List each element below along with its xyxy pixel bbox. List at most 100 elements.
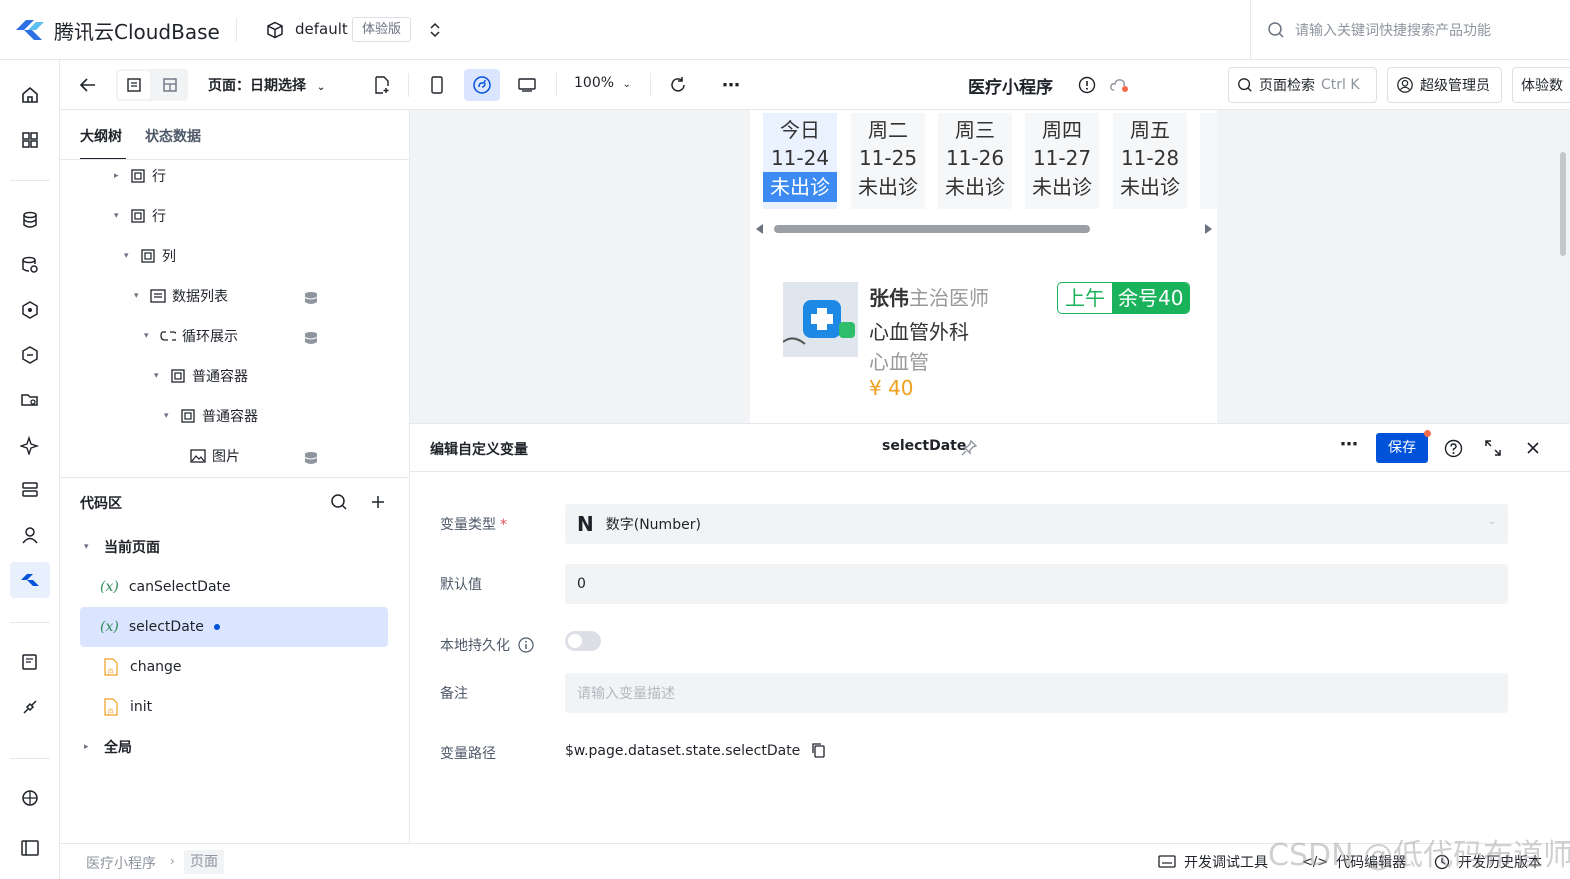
home-icon[interactable] — [10, 77, 50, 113]
variable-icon: (x) — [100, 619, 119, 635]
devtools-button[interactable]: 开发调试工具 — [1158, 852, 1268, 872]
mobile-view-icon[interactable] — [424, 69, 450, 101]
search-placeholder[interactable]: 请输入关键词快捷搜索产品功能 — [1295, 20, 1491, 40]
info-icon[interactable] — [518, 637, 535, 653]
slot-badge[interactable]: 上午 余号40 — [1057, 282, 1191, 314]
code-section-global[interactable]: ▸ 全局 — [84, 727, 132, 767]
back-arrow-icon[interactable] — [74, 69, 102, 101]
env-name[interactable]: default — [295, 20, 348, 38]
editor-toolbar: 页面：日期选择 ⌄ 100% ⌄ ⋯ 医疗小程序 页面检索 Ctrl K 超级管… — [60, 60, 1570, 110]
caret-right-icon[interactable]: ▸ — [84, 742, 94, 752]
code-item-variable-selected[interactable]: (x) selectDate — [80, 607, 388, 647]
loop-icon — [160, 328, 176, 344]
tree-node[interactable]: 图片 — [190, 436, 240, 476]
caret-down-icon[interactable]: ▾ — [134, 291, 144, 301]
date-tab-active[interactable]: 今日 11-24 未出诊 — [763, 113, 837, 209]
report-icon[interactable] — [10, 644, 50, 680]
brand-title[interactable]: 腾讯云CloudBase — [54, 16, 220, 45]
search-icon[interactable] — [330, 493, 348, 511]
help-icon[interactable] — [1444, 439, 1463, 458]
date-tab[interactable]: 周五 11-28 未出诊 — [1113, 113, 1187, 209]
refresh-icon[interactable] — [664, 69, 692, 101]
page-selector[interactable]: 页面：日期选择 ⌄ — [208, 75, 325, 95]
tree-node[interactable]: ▾ 数据列表 — [134, 276, 228, 316]
plugin-icon[interactable] — [10, 689, 50, 725]
vertical-scrollbar[interactable] — [1560, 152, 1566, 256]
tree-node[interactable]: ▾ 循环展示 — [144, 316, 238, 356]
add-icon[interactable] — [371, 495, 385, 509]
global-search[interactable]: 请输入关键词快捷搜索产品功能 — [1250, 0, 1570, 60]
settings-icon[interactable] — [10, 780, 50, 816]
code-area-title: 代码区 — [80, 496, 122, 512]
desktop-view-icon[interactable] — [512, 69, 542, 101]
lowcode-editor-icon[interactable] — [10, 562, 50, 598]
design-canvas[interactable]: 今日 11-24 未出诊 周二 11-25 未出诊 周三 11-26 未出诊 周… — [410, 110, 1570, 423]
apps-grid-icon[interactable] — [10, 122, 50, 158]
code-item-variable[interactable]: (x) canSelectDate — [80, 567, 388, 607]
zoom-selector[interactable]: 100% ⌄ — [574, 75, 631, 91]
layout-view-icon[interactable] — [154, 69, 186, 101]
doctor-card[interactable]: 张伟主治医师 心血管外科 心血管 ¥ 40 上午 余号40 — [770, 268, 1200, 423]
section-label: 当前页面 — [104, 540, 160, 556]
code-item-js[interactable]: JS init — [80, 687, 388, 727]
env-version-badge: 体验版 — [352, 17, 412, 42]
expand-icon[interactable] — [1484, 439, 1502, 457]
caret-down-icon[interactable]: ▾ — [124, 251, 134, 261]
breadcrumb-app[interactable]: 医疗小程序 — [86, 853, 156, 873]
date-tab-partial[interactable] — [1200, 113, 1217, 209]
chevron-updown-icon[interactable] — [428, 20, 442, 40]
folder-search-icon[interactable] — [10, 382, 50, 418]
remark-input[interactable]: 请输入变量描述 — [565, 673, 1508, 713]
date-tab[interactable]: 周二 11-25 未出诊 — [851, 113, 925, 209]
tree-node[interactable]: ▾ 普通容器 — [164, 396, 258, 436]
caret-down-icon[interactable]: ▾ — [114, 211, 124, 221]
pin-icon[interactable] — [960, 439, 978, 457]
workflow-icon[interactable] — [10, 337, 50, 373]
caret-down-icon[interactable]: ▾ — [84, 542, 94, 552]
outline-view-icon[interactable] — [118, 71, 150, 99]
caret-right-icon[interactable]: ▸ — [114, 171, 124, 181]
date-tab[interactable]: 周四 11-27 未出诊 — [1025, 113, 1099, 209]
tree-node[interactable]: ▾ 列 — [124, 236, 176, 276]
new-page-icon[interactable] — [370, 69, 394, 101]
divider — [60, 159, 409, 160]
more-icon[interactable]: ⋯ — [1340, 434, 1358, 455]
code-section-current-page[interactable]: ▾ 当前页面 — [84, 527, 160, 567]
date-tab[interactable]: 周三 11-26 未出诊 — [938, 113, 1012, 209]
close-icon[interactable] — [1526, 441, 1540, 455]
collapse-sidebar-icon[interactable] — [10, 830, 50, 866]
version-button[interactable]: 体验数 — [1512, 67, 1570, 103]
hexagon-icon[interactable] — [10, 292, 50, 328]
caret-down-icon[interactable]: ▾ — [144, 331, 154, 341]
caret-down-icon[interactable]: ▾ — [164, 411, 174, 421]
ai-sparkle-icon[interactable] — [10, 427, 50, 463]
cloud-sync-icon[interactable] — [1108, 69, 1132, 101]
cloudbase-logo-icon[interactable] — [14, 16, 46, 44]
code-item-js[interactable]: JS change — [80, 647, 388, 687]
variable-type-select[interactable]: N 数字(Number) ⌄ — [565, 504, 1508, 544]
status-label: 未出诊 — [858, 175, 918, 199]
page-preview[interactable]: 今日 11-24 未出诊 周二 11-25 未出诊 周三 11-26 未出诊 周… — [750, 110, 1217, 423]
tree-node[interactable]: ▾ 普通容器 — [154, 356, 248, 396]
user-role-button[interactable]: 超级管理员 — [1387, 67, 1502, 103]
tab-outline-tree[interactable]: 大纲树 — [80, 126, 122, 146]
caret-down-icon[interactable]: ▾ — [154, 371, 164, 381]
tree-node[interactable]: ▸ 行 — [114, 156, 166, 196]
save-button[interactable]: 保存 — [1376, 433, 1428, 463]
divider — [10, 622, 50, 623]
database-icon[interactable] — [10, 202, 50, 238]
data-search-icon[interactable] — [10, 247, 50, 283]
storage-icon[interactable] — [10, 472, 50, 508]
info-icon[interactable] — [1076, 69, 1098, 101]
default-value-input[interactable]: 0 — [565, 564, 1508, 604]
breadcrumb-page[interactable]: 页面 — [184, 850, 224, 874]
more-icon[interactable]: ⋯ — [716, 69, 746, 101]
copy-icon[interactable] — [811, 742, 827, 758]
user-icon[interactable] — [10, 517, 50, 553]
horizontal-scrollbar[interactable] — [754, 222, 1214, 236]
tab-state-data[interactable]: 状态数据 — [145, 126, 201, 146]
page-search-button[interactable]: 页面检索 Ctrl K — [1228, 67, 1377, 103]
tree-node[interactable]: ▾ 行 — [114, 196, 166, 236]
persist-toggle[interactable] — [565, 631, 601, 651]
miniprogram-view-icon[interactable] — [464, 69, 500, 101]
